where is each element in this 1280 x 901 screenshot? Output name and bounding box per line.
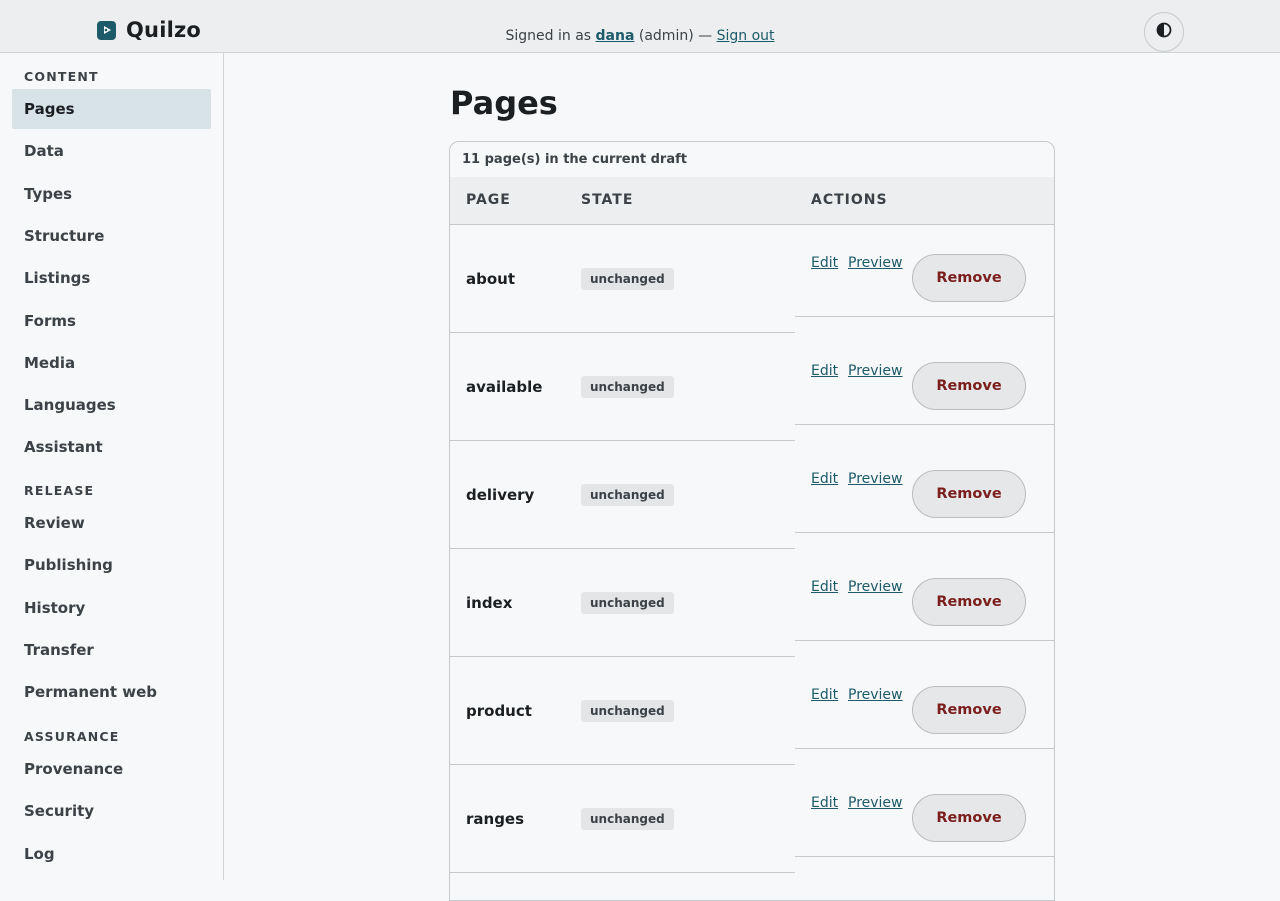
- signout-link[interactable]: Sign out: [717, 28, 775, 44]
- sidebar-item-provenance[interactable]: Provenance: [12, 749, 211, 789]
- sidebar-item-listings[interactable]: Listings: [12, 258, 211, 298]
- nav-section-content: CONTENT: [24, 69, 99, 84]
- sidebar-item-label: Permanent web: [24, 683, 158, 701]
- sidebar-item-label: Languages: [24, 396, 116, 414]
- page-name: index: [466, 594, 513, 612]
- table-row: delivery unchanged: [450, 441, 795, 549]
- contrast-icon: [1156, 22, 1172, 42]
- remove-button[interactable]: Remove: [912, 686, 1026, 734]
- sidebar-item-label: Publishing: [24, 556, 113, 574]
- column-header-page: PAGE: [466, 192, 511, 208]
- sidebar-item-log[interactable]: Log: [12, 834, 211, 874]
- page-name: delivery: [466, 486, 535, 504]
- sidebar-item-permanent-web[interactable]: Permanent web: [12, 672, 211, 712]
- page-name: about: [466, 270, 516, 288]
- sidebar-item-label: History: [24, 599, 86, 617]
- preview-link[interactable]: Preview: [848, 687, 903, 703]
- row-actions: Edit Preview Remove: [795, 749, 1054, 857]
- remove-button[interactable]: Remove: [912, 578, 1026, 626]
- status-badge: unchanged: [581, 484, 674, 506]
- sidebar-item-label: Log: [24, 845, 55, 863]
- edit-link[interactable]: Edit: [811, 471, 838, 487]
- sidebar-item-pages[interactable]: Pages: [12, 89, 211, 129]
- edit-link[interactable]: Edit: [811, 579, 838, 595]
- sidebar-item-assistant[interactable]: Assistant: [12, 427, 211, 467]
- user-role: (admin) —: [638, 28, 713, 44]
- pages-table: 11 page(s) in the current draft PAGE STA…: [449, 141, 1055, 901]
- status-badge: unchanged: [581, 592, 674, 614]
- sidebar-item-data[interactable]: Data: [12, 131, 211, 171]
- preview-link[interactable]: Preview: [848, 471, 903, 487]
- remove-button[interactable]: Remove: [912, 362, 1026, 410]
- column-header-actions: ACTIONS: [811, 192, 888, 208]
- nav-section-assurance: ASSURANCE: [24, 729, 120, 744]
- status-badge: unchanged: [581, 700, 674, 722]
- table-row: index unchanged: [450, 549, 795, 657]
- sidebar-item-history[interactable]: History: [12, 588, 211, 628]
- table-caption: 11 page(s) in the current draft: [462, 152, 687, 167]
- page-name: product: [466, 702, 532, 720]
- sidebar-item-media[interactable]: Media: [12, 343, 211, 383]
- sidebar-item-security[interactable]: Security: [12, 791, 211, 831]
- table-row: ranges unchanged: [450, 765, 795, 873]
- status-badge: unchanged: [581, 268, 674, 290]
- sidebar-item-label: Pages: [24, 100, 75, 118]
- table-row: product unchanged: [450, 657, 795, 765]
- top-bar: Quilzo Signed in as dana (admin) — Sign …: [0, 0, 1280, 53]
- edit-link[interactable]: Edit: [811, 255, 838, 271]
- sidebar-item-transfer[interactable]: Transfer: [12, 630, 211, 670]
- sidebar-item-label: Structure: [24, 227, 105, 245]
- sidebar-item-label: Security: [24, 802, 95, 820]
- sidebar-item-structure[interactable]: Structure: [12, 216, 211, 256]
- sidebar-item-types[interactable]: Types: [12, 174, 211, 214]
- row-actions: Edit Preview Remove: [795, 533, 1054, 641]
- table-row: available unchanged: [450, 333, 795, 441]
- page-title: Pages: [450, 84, 558, 122]
- user-link[interactable]: dana: [596, 28, 635, 44]
- nav-section-release: RELEASE: [24, 483, 95, 498]
- sidebar-item-label: Transfer: [24, 641, 94, 659]
- table-row: about unchanged: [450, 225, 795, 333]
- preview-link[interactable]: Preview: [848, 363, 903, 379]
- sidebar-item-languages[interactable]: Languages: [12, 385, 211, 425]
- sidebar: CONTENT Pages Data Types Structure Listings Fo…: [0, 53, 224, 880]
- row-actions: Edit Preview Remove: [795, 641, 1054, 749]
- signin-status: Signed in as dana (admin) — Sign out: [0, 28, 1280, 44]
- sidebar-item-label: Listings: [24, 269, 91, 287]
- page-name: available: [466, 378, 543, 396]
- edit-link[interactable]: Edit: [811, 687, 838, 703]
- sidebar-item-label: Provenance: [24, 760, 124, 778]
- preview-link[interactable]: Preview: [848, 255, 903, 271]
- sidebar-item-label: Assistant: [24, 438, 103, 456]
- edit-link[interactable]: Edit: [811, 363, 838, 379]
- sidebar-item-publishing[interactable]: Publishing: [12, 545, 211, 585]
- sidebar-item-label: Review: [24, 514, 85, 532]
- sidebar-item-forms[interactable]: Forms: [12, 301, 211, 341]
- row-actions: Edit Preview Remove: [795, 425, 1054, 533]
- table-header: PAGE STATE ACTIONS: [450, 177, 1054, 225]
- theme-toggle-button[interactable]: [1144, 12, 1184, 52]
- edit-link[interactable]: Edit: [811, 795, 838, 811]
- remove-button[interactable]: Remove: [912, 794, 1026, 842]
- status-badge: unchanged: [581, 376, 674, 398]
- remove-button[interactable]: Remove: [912, 470, 1026, 518]
- signin-prefix: Signed in as: [505, 28, 592, 44]
- row-actions: Edit Preview Remove: [795, 225, 1054, 317]
- remove-button[interactable]: Remove: [912, 254, 1026, 302]
- sidebar-item-label: Forms: [24, 312, 76, 330]
- sidebar-item-label: Types: [24, 185, 73, 203]
- status-badge: unchanged: [581, 808, 674, 830]
- preview-link[interactable]: Preview: [848, 795, 903, 811]
- column-header-state: STATE: [581, 192, 634, 208]
- preview-link[interactable]: Preview: [848, 579, 903, 595]
- row-actions: Edit Preview Remove: [795, 317, 1054, 425]
- sidebar-item-review[interactable]: Review: [12, 503, 211, 543]
- sidebar-item-label: Media: [24, 354, 76, 372]
- page-name: ranges: [466, 810, 525, 828]
- sidebar-item-label: Data: [24, 142, 64, 160]
